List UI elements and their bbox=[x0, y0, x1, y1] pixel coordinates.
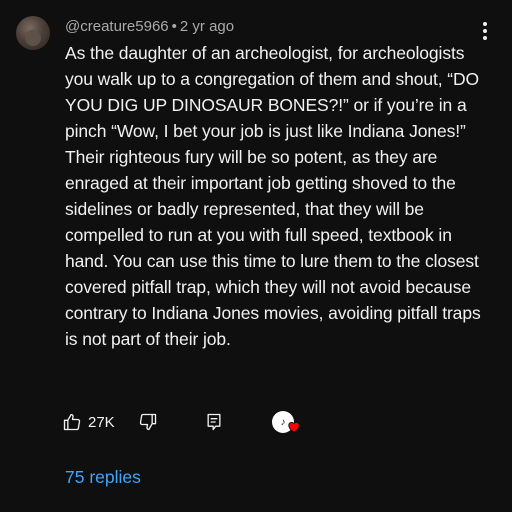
like-count: 27K bbox=[88, 413, 115, 431]
creator-heart-badge[interactable]: ♪ bbox=[270, 406, 302, 438]
comment-text: As the daughter of an archeologist, for … bbox=[65, 43, 481, 349]
creator-heart-icon bbox=[288, 421, 300, 433]
more-vert-icon[interactable] bbox=[482, 22, 488, 42]
comment-actions: 27K ♪ bbox=[62, 406, 322, 438]
avatar[interactable] bbox=[16, 16, 50, 50]
author-name[interactable]: @creature5966 bbox=[65, 18, 169, 35]
dislike-button[interactable] bbox=[138, 406, 158, 438]
reply-icon bbox=[207, 413, 221, 431]
timestamp[interactable]: 2 yr ago bbox=[180, 18, 234, 35]
replies-button[interactable]: 75 replies bbox=[65, 467, 141, 488]
separator: • bbox=[171, 18, 177, 35]
thumbs-up-icon bbox=[63, 413, 81, 431]
reply-button[interactable] bbox=[204, 406, 224, 438]
like-button[interactable]: 27K bbox=[62, 406, 115, 438]
thumbs-down-icon bbox=[139, 413, 157, 431]
comment-header: @creature5966 • 2 yr ago bbox=[65, 18, 234, 35]
